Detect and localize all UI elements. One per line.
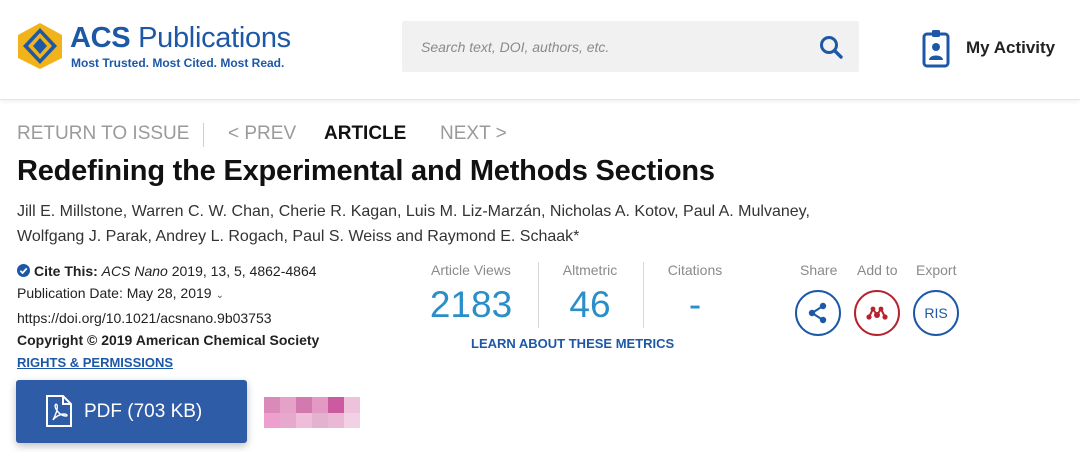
publication-date: May 28, 2019 — [126, 285, 212, 301]
pixelated-redaction — [264, 397, 360, 428]
my-activity-button[interactable]: My Activity — [922, 30, 1072, 68]
article-views-metric: Article Views 2183 — [418, 262, 524, 326]
search-icon[interactable] — [818, 34, 846, 62]
share-button[interactable] — [795, 290, 841, 336]
metric-divider — [643, 262, 644, 328]
publication-date-label: Publication Date: — [17, 285, 123, 301]
acs-publications-logo[interactable]: ACS Publications Most Trusted. Most Cite… — [16, 22, 316, 72]
citations-metric: Citations - — [654, 262, 736, 326]
authors-line-1[interactable]: Jill E. Millstone, Warren C. W. Chan, Ch… — [17, 199, 1057, 224]
citation-reference: 2019, 13, 5, 4862-4864 — [171, 263, 317, 279]
share-icon — [808, 302, 827, 324]
add-to-mendeley-button[interactable] — [854, 290, 900, 336]
metric-divider — [538, 262, 539, 328]
pdf-button-label: PDF (703 KB) — [84, 401, 203, 422]
rights-permissions-link[interactable]: RIGHTS & PERMISSIONS — [17, 355, 173, 370]
check-circle-icon — [17, 264, 30, 277]
article-title: Redefining the Experimental and Methods … — [17, 155, 715, 187]
nav-divider — [203, 123, 204, 147]
learn-about-metrics-link[interactable]: LEARN ABOUT THESE METRICS — [471, 336, 674, 351]
id-badge-icon — [922, 30, 950, 68]
site-header: ACS Publications Most Trusted. Most Cite… — [0, 0, 1080, 100]
publication-date-line: Publication Date: May 28, 2019 ⌄ — [17, 282, 397, 307]
pdf-file-icon — [46, 395, 72, 427]
citations-label: Citations — [667, 262, 723, 278]
add-to-label: Add to — [857, 262, 898, 278]
my-activity-label: My Activity — [966, 38, 1056, 57]
search-bar — [402, 21, 859, 72]
prev-article-link[interactable]: < PREV — [228, 123, 296, 145]
logo-wordmark: ACS Publications — [70, 22, 291, 54]
article-views-value: 2183 — [429, 284, 513, 325]
author-list: Jill E. Millstone, Warren C. W. Chan, Ch… — [17, 199, 1057, 249]
copyright-notice: Copyright © 2019 American Chemical Socie… — [17, 332, 320, 348]
journal-name: ACS Nano — [101, 263, 168, 279]
article-views-label: Article Views — [431, 262, 511, 278]
download-pdf-button[interactable]: PDF (703 KB) — [16, 380, 247, 443]
ris-label: RIS — [924, 305, 948, 321]
altmetric-metric: Altmetric 46 — [548, 262, 632, 326]
share-label: Share — [800, 262, 838, 278]
doi-link[interactable]: https://doi.org/10.1021/acsnano.9b03753 — [17, 307, 397, 329]
citations-value: - — [688, 284, 702, 325]
search-input[interactable] — [402, 21, 802, 72]
logo-tagline: Most Trusted. Most Cited. Most Read. — [71, 56, 285, 70]
altmetric-value[interactable]: 46 — [548, 284, 632, 326]
authors-line-2[interactable]: Wolfgang J. Parak, Andrey L. Rogach, Pau… — [17, 224, 1057, 249]
mendeley-icon — [866, 306, 888, 320]
export-ris-button[interactable]: RIS — [913, 290, 959, 336]
chevron-down-icon[interactable]: ⌄ — [216, 285, 224, 307]
altmetric-label: Altmetric — [562, 262, 618, 278]
return-to-issue-link[interactable]: RETURN TO ISSUE — [17, 123, 189, 145]
current-article-label: ARTICLE — [324, 123, 407, 144]
cite-this-label: Cite This: — [34, 263, 98, 279]
citation-block: Cite This: ACS Nano 2019, 13, 5, 4862-48… — [17, 260, 397, 374]
cite-this-line[interactable]: Cite This: ACS Nano 2019, 13, 5, 4862-48… — [17, 260, 397, 282]
next-article-link[interactable]: NEXT > — [440, 123, 507, 145]
export-label: Export — [916, 262, 957, 278]
acs-hexagon-logo-icon — [18, 23, 62, 69]
